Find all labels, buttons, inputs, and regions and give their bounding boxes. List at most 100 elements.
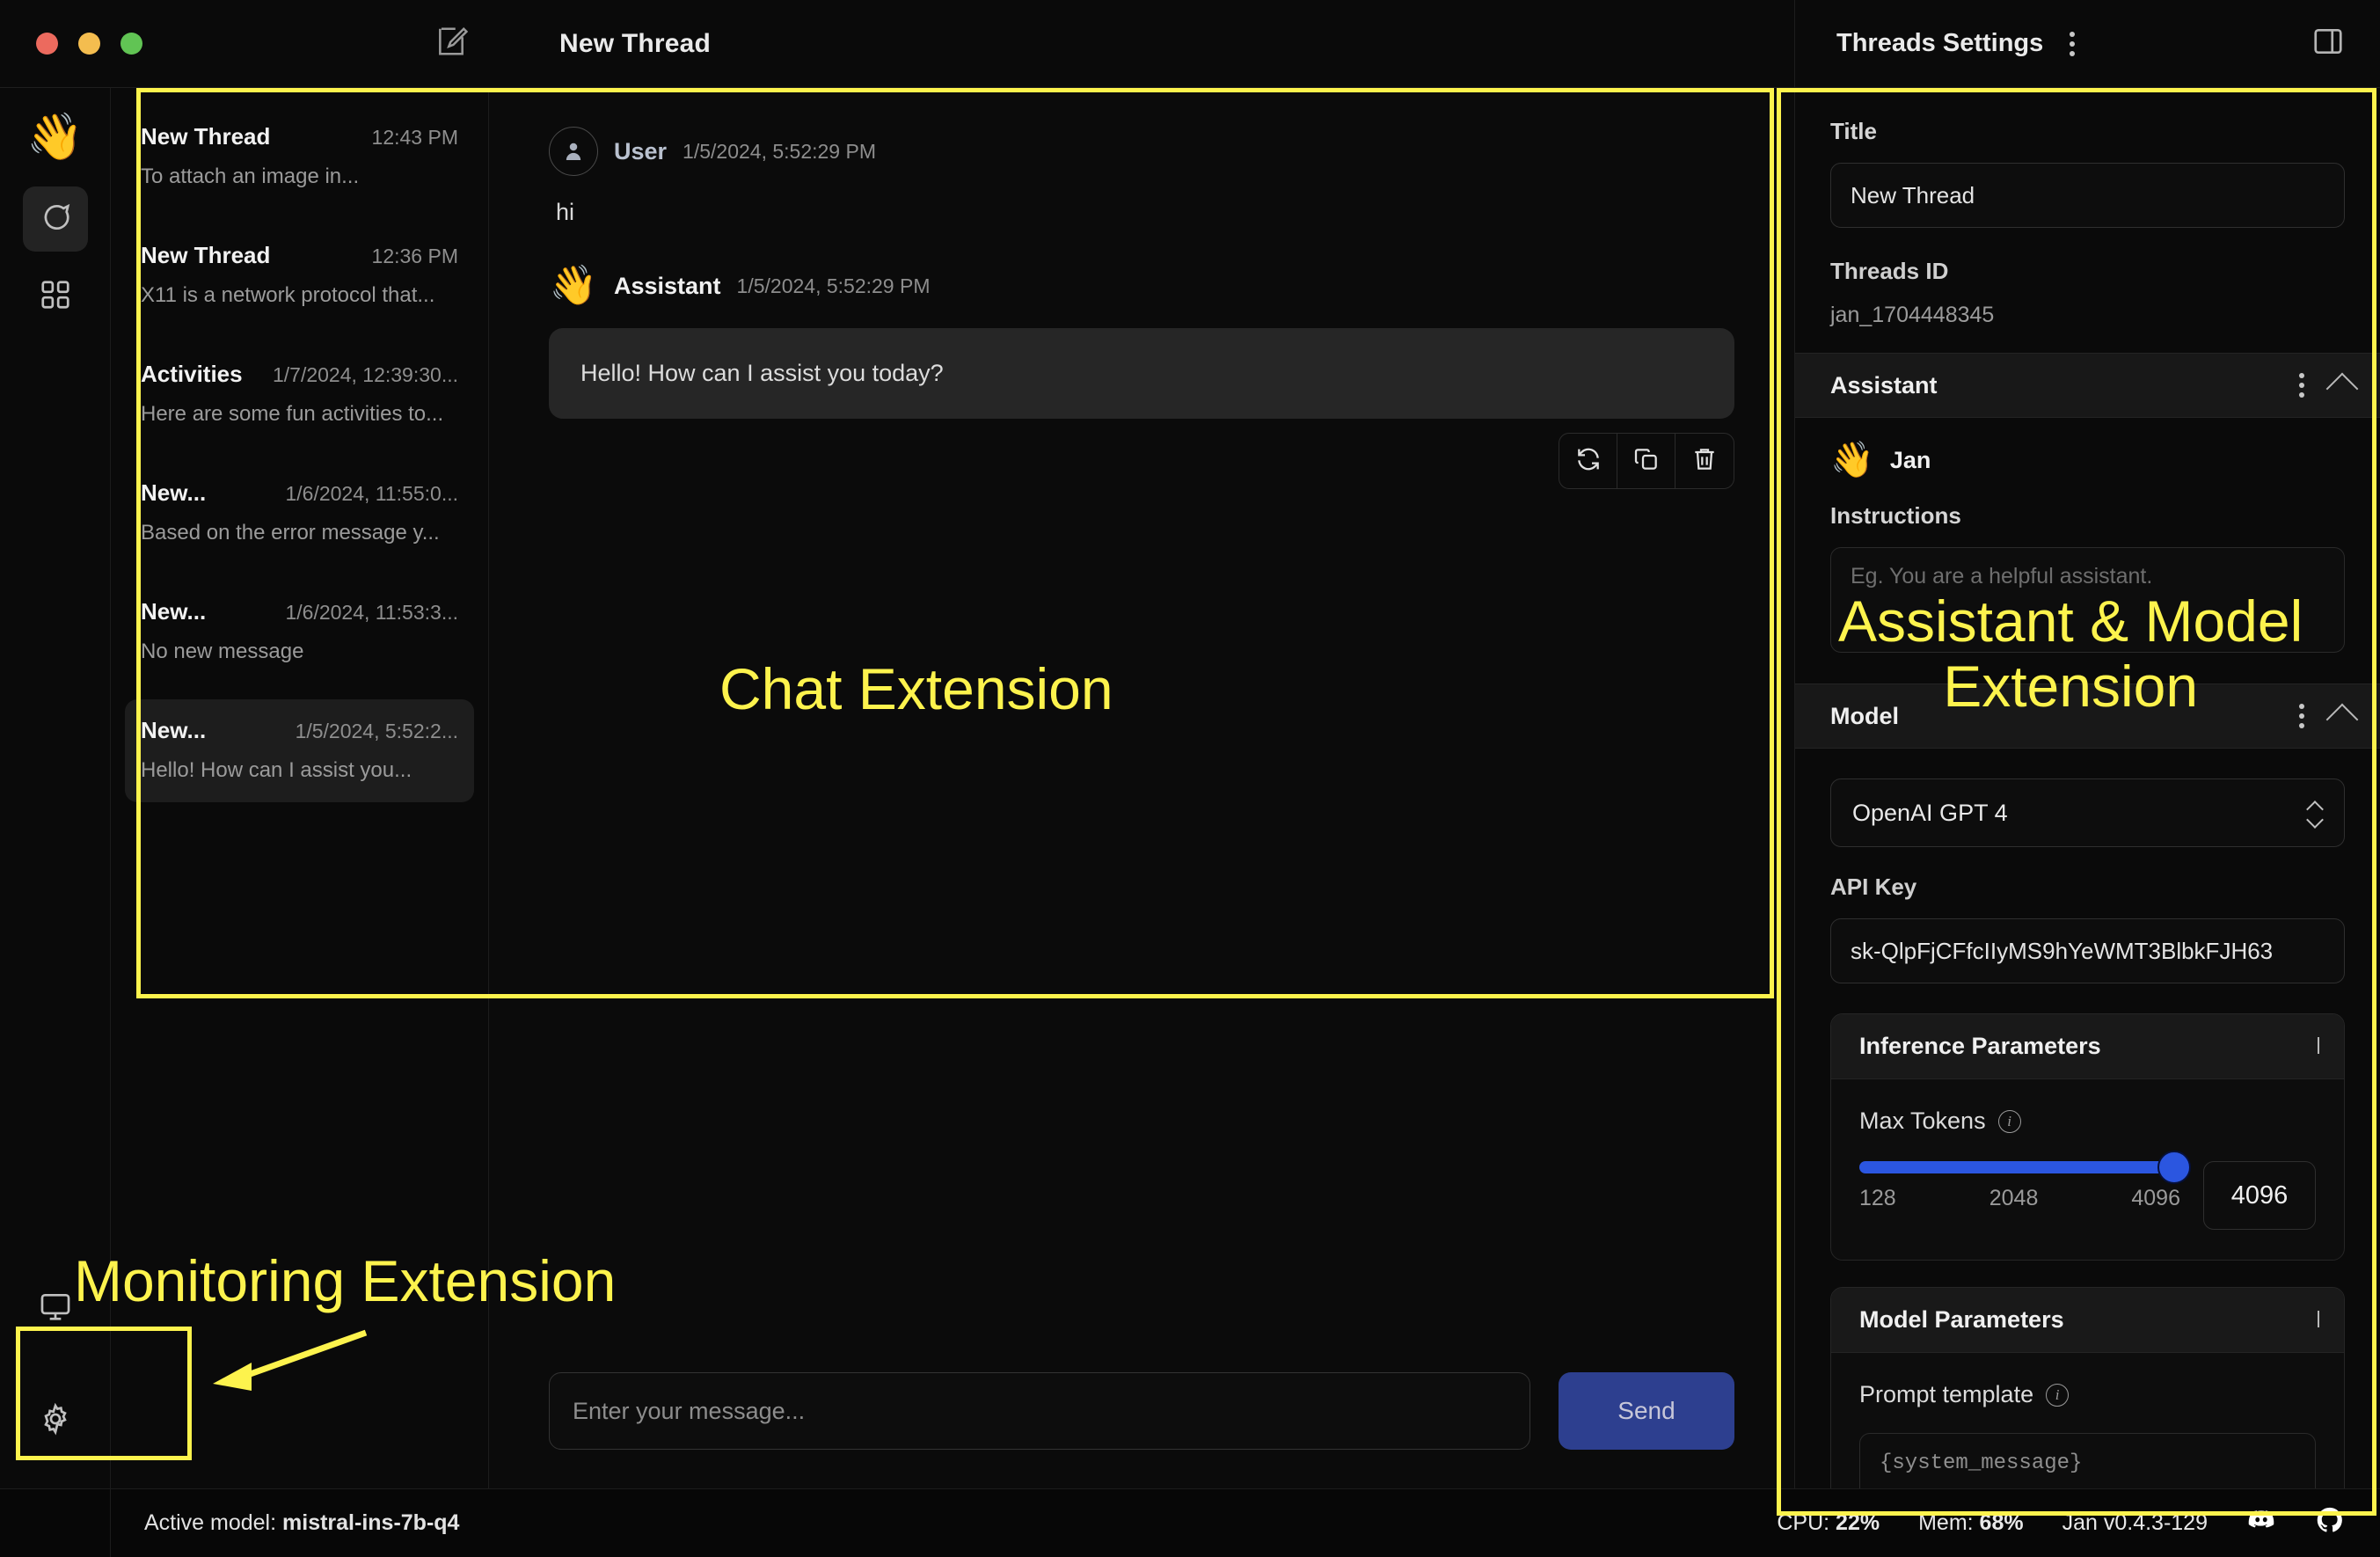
thread-snippet: X11 is a network protocol that... — [141, 283, 458, 308]
message-timestamp: 1/5/2024, 5:52:29 PM — [683, 140, 876, 164]
thread-snippet: Here are some fun activities to... — [141, 402, 458, 427]
maximize-button[interactable] — [120, 33, 142, 55]
chevron-up-icon[interactable] — [2326, 373, 2359, 406]
compose-icon — [434, 25, 468, 62]
model-parameters-body: Prompt template i {system_message} — [1831, 1353, 2344, 1488]
thread-time: 1/6/2024, 11:55:0... — [285, 482, 458, 506]
thread-list-item[interactable]: New Thread 12:36 PM X11 is a network pro… — [125, 224, 474, 327]
prompt-template-label: Prompt template — [1859, 1381, 2033, 1408]
slider-tick-max: 4096 — [2131, 1186, 2180, 1211]
model-select[interactable]: OpenAI GPT 4 — [1830, 778, 2345, 847]
instructions-textarea[interactable] — [1830, 547, 2345, 653]
thread-row-top: New Thread 12:43 PM — [141, 123, 458, 150]
thread-list[interactable]: New Thread 12:43 PM To attach an image i… — [111, 88, 489, 1488]
assistant-name: Jan — [1890, 447, 1931, 474]
grid-icon — [39, 278, 72, 316]
user-avatar-icon — [549, 127, 598, 176]
thread-list-item-selected[interactable]: New... 1/5/2024, 5:52:2... Hello! How ca… — [125, 699, 474, 802]
github-icon — [2315, 1516, 2345, 1540]
thread-meta-section: Title Threads ID jan_1704448345 — [1795, 88, 2380, 328]
window-controls — [0, 33, 368, 55]
slider-tick-mid: 2048 — [1989, 1186, 2039, 1211]
thread-list-item[interactable]: New... 1/6/2024, 11:53:3... No new messa… — [125, 581, 474, 683]
status-bar-rail-gap — [0, 1489, 111, 1557]
thread-name: New Thread — [141, 242, 270, 269]
model-select-block: OpenAI GPT 4 API Key — [1795, 749, 2380, 983]
app-version: Jan v0.4.3-129 — [2062, 1510, 2208, 1536]
delete-button[interactable] — [1675, 434, 1734, 488]
discord-icon — [2246, 1516, 2276, 1540]
message-header: 👋 Assistant 1/5/2024, 5:52:29 PM — [549, 267, 1734, 305]
chevron-up-icon[interactable] — [2326, 704, 2359, 736]
right-panel-title: Threads Settings — [1836, 29, 2043, 58]
slider-knob[interactable] — [2157, 1151, 2191, 1184]
composer: Send — [489, 1372, 1794, 1488]
title-label: Title — [1830, 118, 2345, 145]
threads-settings-menu-icon[interactable] — [2070, 32, 2075, 56]
assistant-identity: 👋 Jan — [1795, 418, 2380, 478]
model-params-collapse[interactable] — [2318, 1312, 2319, 1328]
thread-name: New... — [141, 717, 206, 744]
toggle-right-panel-button[interactable] — [2311, 25, 2345, 62]
spacer — [1830, 847, 2345, 874]
message-timestamp: 1/5/2024, 5:52:29 PM — [737, 274, 931, 298]
message-input[interactable] — [549, 1372, 1530, 1450]
minimize-button[interactable] — [78, 33, 100, 55]
copy-button[interactable] — [1617, 434, 1675, 488]
status-bar-right: CPU: 22% Mem: 68% Jan v0.4.3-129 — [1777, 1505, 2380, 1541]
cpu-label: CPU: — [1777, 1510, 1836, 1535]
prompt-template-input[interactable]: {system_message} — [1859, 1433, 2316, 1488]
model-menu-icon[interactable] — [2299, 704, 2304, 728]
thread-row-top: New Thread 12:36 PM — [141, 242, 458, 269]
thread-list-item[interactable]: New Thread 12:43 PM To attach an image i… — [125, 106, 474, 208]
cpu-value: 22% — [1836, 1510, 1880, 1535]
message-user: User 1/5/2024, 5:52:29 PM hi — [549, 127, 1734, 226]
model-section-header[interactable]: Model — [1795, 683, 2380, 749]
discord-link[interactable] — [2246, 1505, 2276, 1541]
model-parameters-header[interactable]: Model Parameters — [1831, 1288, 2344, 1353]
model-section-title: Model — [1830, 703, 1899, 730]
github-link[interactable] — [2315, 1505, 2345, 1541]
chevron-updown-icon — [2307, 801, 2323, 825]
sidebar-item-hub[interactable] — [23, 264, 88, 329]
spacer — [1795, 328, 2380, 353]
thread-list-item[interactable]: Activities 1/7/2024, 12:39:30... Here ar… — [125, 343, 474, 446]
info-icon[interactable]: i — [1998, 1110, 2021, 1133]
prompt-template-label-row: Prompt template i — [1859, 1381, 2316, 1408]
max-tokens-value[interactable]: 4096 — [2203, 1161, 2316, 1230]
threads-settings-panel: Title Threads ID jan_1704448345 Assistan… — [1794, 88, 2380, 1488]
info-icon[interactable]: i — [2046, 1384, 2069, 1407]
chevron-up-icon — [2318, 1311, 2319, 1327]
new-thread-button[interactable] — [368, 25, 535, 62]
page-title: New Thread — [535, 29, 1794, 59]
max-tokens-label: Max Tokens — [1859, 1107, 1986, 1135]
rail-bottom-group — [23, 1276, 88, 1488]
sidebar-item-settings[interactable] — [23, 1388, 88, 1453]
assistant-menu-icon[interactable] — [2299, 373, 2304, 398]
close-button[interactable] — [36, 33, 58, 55]
thread-list-item[interactable]: New... 1/6/2024, 11:55:0... Based on the… — [125, 462, 474, 565]
model-parameters-title: Model Parameters — [1859, 1306, 2064, 1334]
assistant-section-header[interactable]: Assistant — [1795, 353, 2380, 418]
inference-parameters-header[interactable]: Inference Parameters — [1831, 1014, 2344, 1079]
mem-label: Mem: — [1918, 1510, 1979, 1535]
max-tokens-slider[interactable]: 128 2048 4096 — [1859, 1161, 2180, 1211]
title-bar: New Thread Threads Settings — [0, 0, 2380, 88]
sidebar-item-chat[interactable] — [23, 186, 88, 252]
monitor-icon — [39, 1290, 72, 1327]
panel-layout-icon — [2311, 47, 2345, 62]
send-button[interactable]: Send — [1559, 1372, 1734, 1450]
assistant-emoji-icon: 👋 — [1830, 442, 1874, 478]
instructions-label: Instructions — [1830, 502, 2345, 530]
regenerate-button[interactable] — [1559, 434, 1617, 488]
active-model-prefix: Active model: — [144, 1510, 282, 1535]
inference-collapse[interactable] — [2318, 1039, 2319, 1055]
thread-title-input[interactable] — [1830, 163, 2345, 228]
max-tokens-control: 128 2048 4096 4096 — [1859, 1161, 2316, 1230]
app-window: New Thread Threads Settings 👋 — [0, 0, 2380, 1557]
trash-icon — [1690, 445, 1719, 478]
api-key-input[interactable] — [1830, 918, 2345, 983]
sidebar-item-monitoring[interactable] — [23, 1276, 88, 1341]
assistant-section-title: Assistant — [1830, 372, 1938, 399]
model-section-controls — [2273, 701, 2354, 731]
